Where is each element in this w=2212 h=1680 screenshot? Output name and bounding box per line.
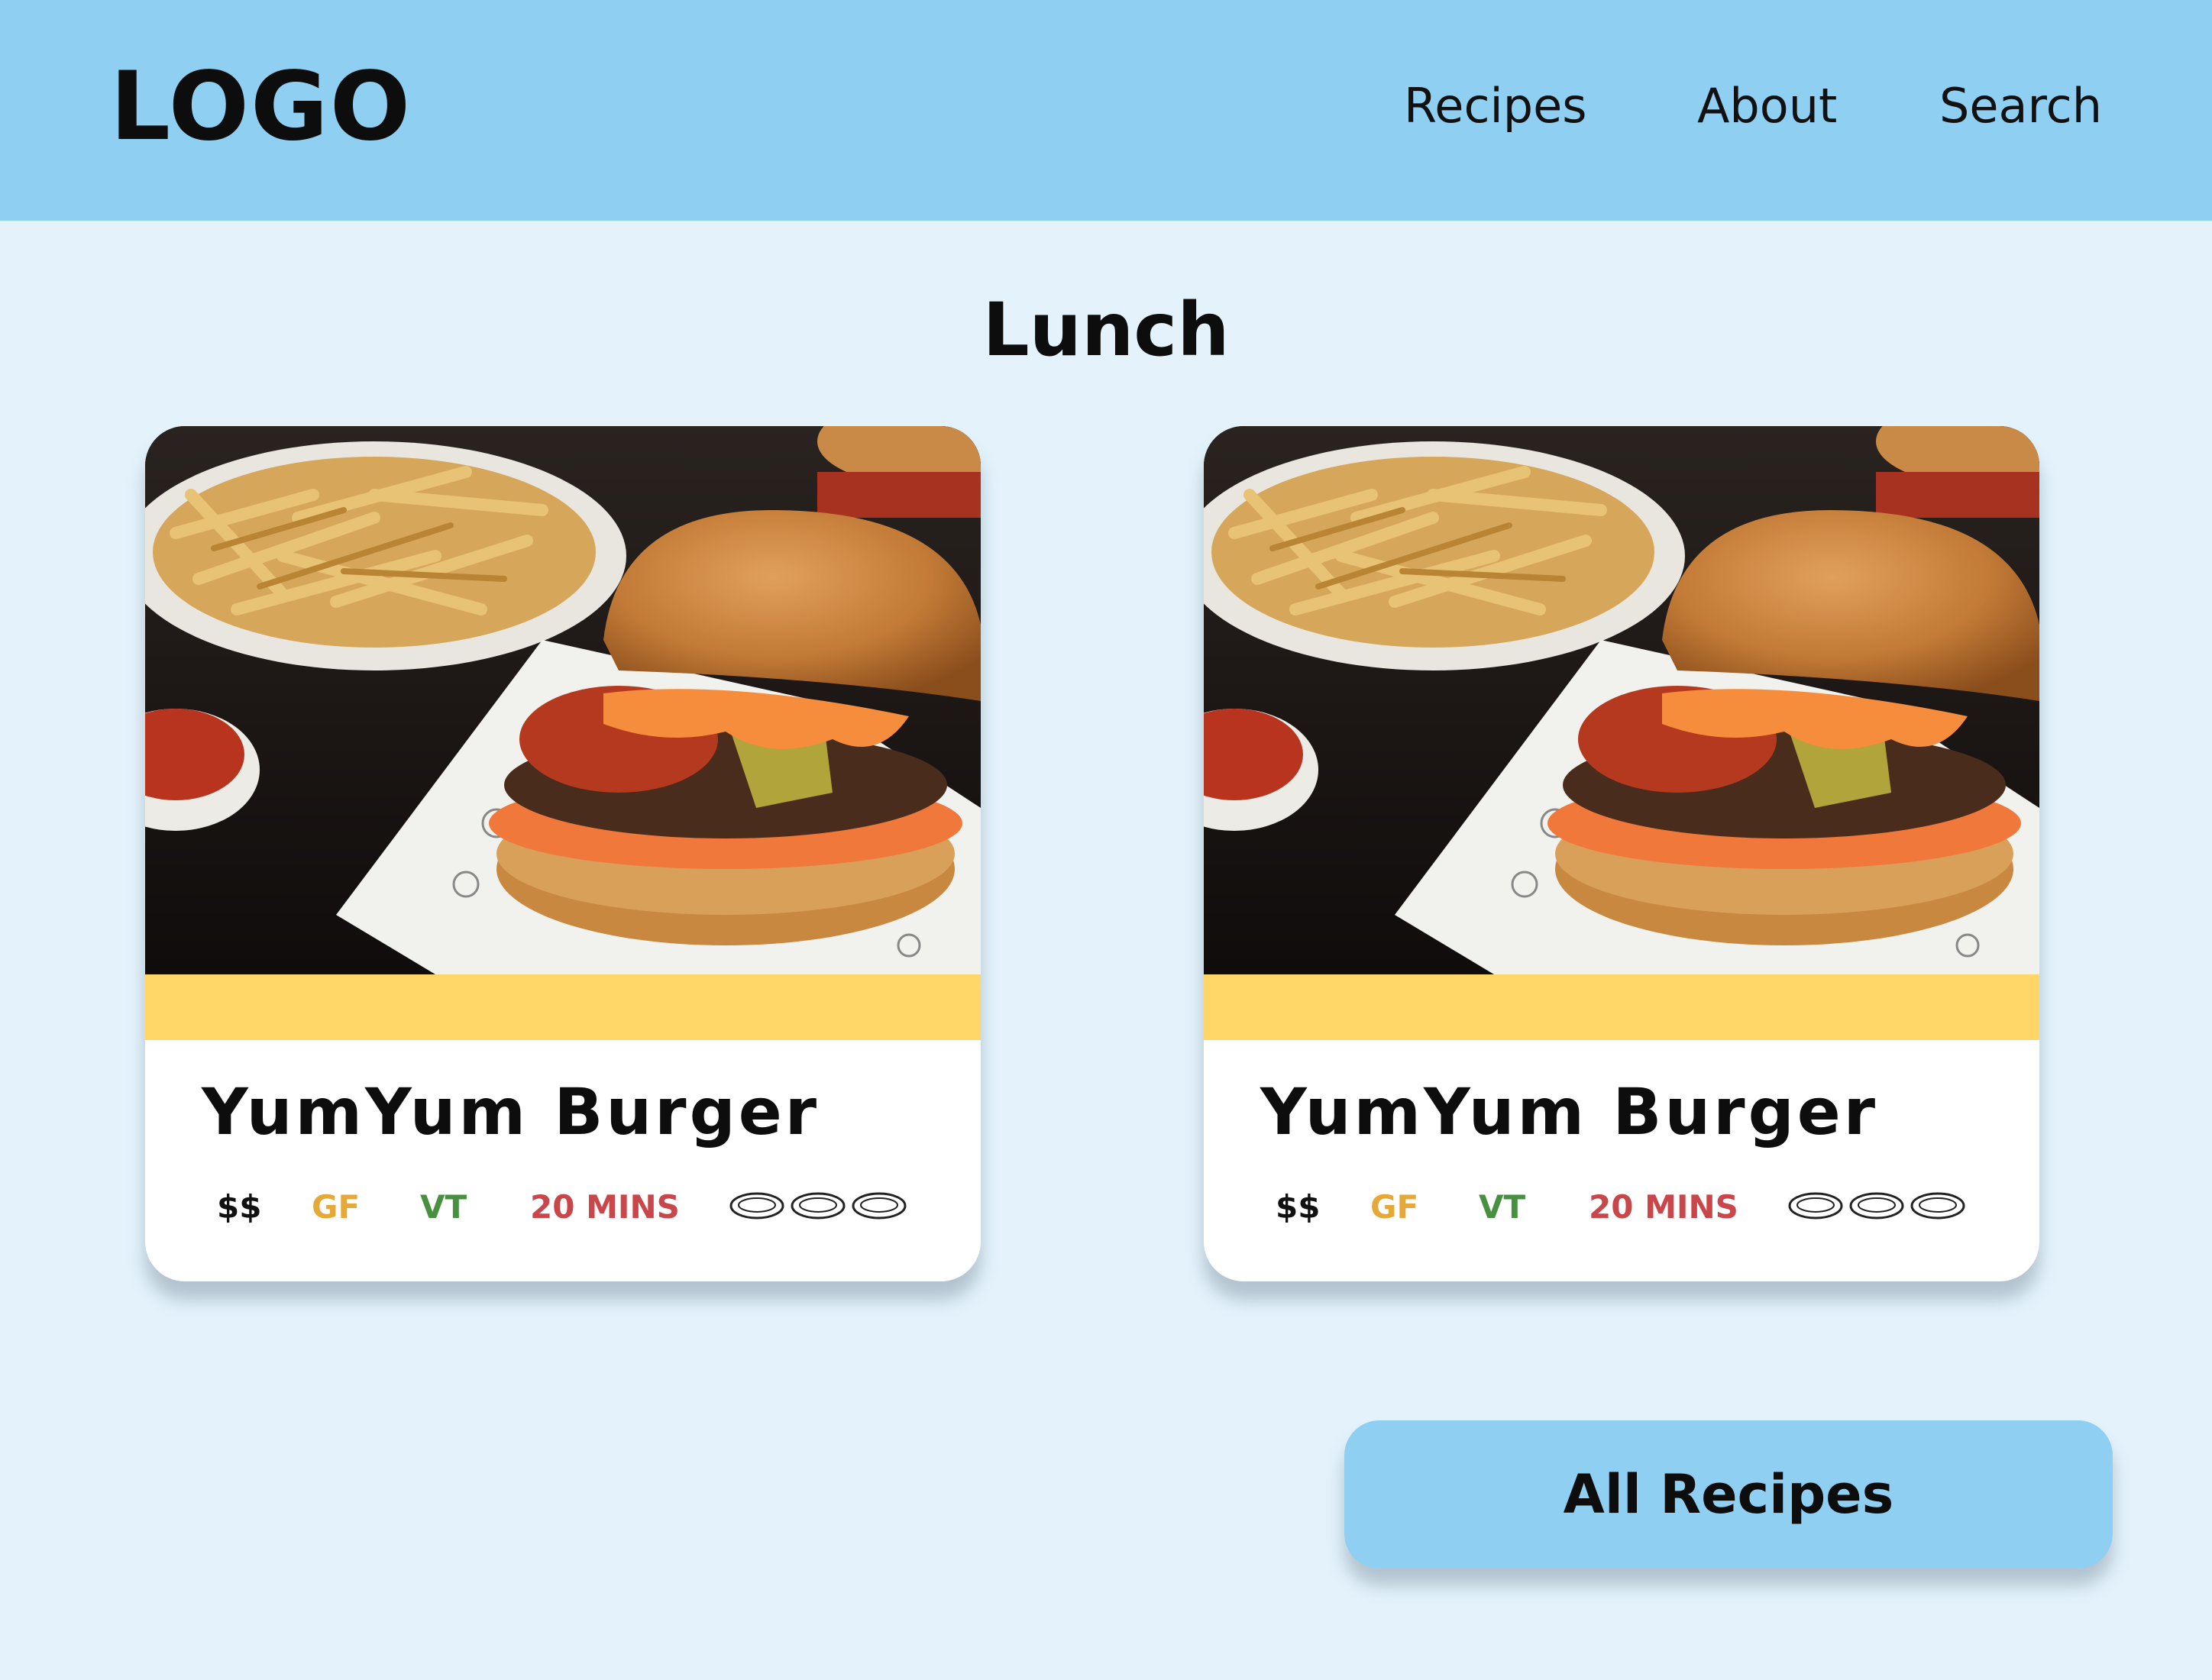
cook-time: 20 MINS: [530, 1188, 680, 1226]
burger-photo: [145, 426, 981, 974]
nav-about[interactable]: About: [1697, 82, 1837, 130]
card-accent-band: [1204, 974, 2039, 1040]
plate-icon: [1910, 1192, 1965, 1220]
recipe-card[interactable]: YumYum Burger $$ GF VT 20 MINS: [1204, 426, 2039, 1281]
price-badge: $$: [1276, 1188, 1321, 1226]
cook-time: 20 MINS: [1589, 1188, 1738, 1226]
gluten-free-tag: GF: [1370, 1188, 1419, 1226]
servings-indicator: [1787, 1187, 1971, 1225]
recipe-title[interactable]: YumYum Burger: [202, 1080, 820, 1144]
price-badge: $$: [217, 1188, 262, 1226]
recipe-title[interactable]: YumYum Burger: [1260, 1080, 1878, 1144]
nav-recipes[interactable]: Recipes: [1404, 82, 1587, 130]
logo[interactable]: LOGO: [110, 60, 412, 154]
nav-search[interactable]: Search: [1939, 82, 2102, 130]
section-title: Lunch: [982, 287, 1230, 373]
plate-icon: [729, 1192, 784, 1220]
card-accent-band: [145, 974, 981, 1040]
plate-icon: [1849, 1192, 1904, 1220]
vegetarian-tag: VT: [1479, 1188, 1526, 1226]
servings-indicator: [729, 1187, 912, 1225]
vegetarian-tag: VT: [420, 1188, 467, 1226]
all-recipes-button[interactable]: All Recipes: [1344, 1420, 2113, 1569]
plate-icon: [791, 1192, 846, 1220]
gluten-free-tag: GF: [312, 1188, 361, 1226]
header-bar: LOGO Recipes About Search: [0, 0, 2212, 221]
plate-icon: [852, 1192, 907, 1220]
burger-photo: [1204, 426, 2039, 974]
plate-icon: [1788, 1192, 1843, 1220]
recipe-card[interactable]: YumYum Burger $$ GF VT 20 MINS: [145, 426, 981, 1281]
